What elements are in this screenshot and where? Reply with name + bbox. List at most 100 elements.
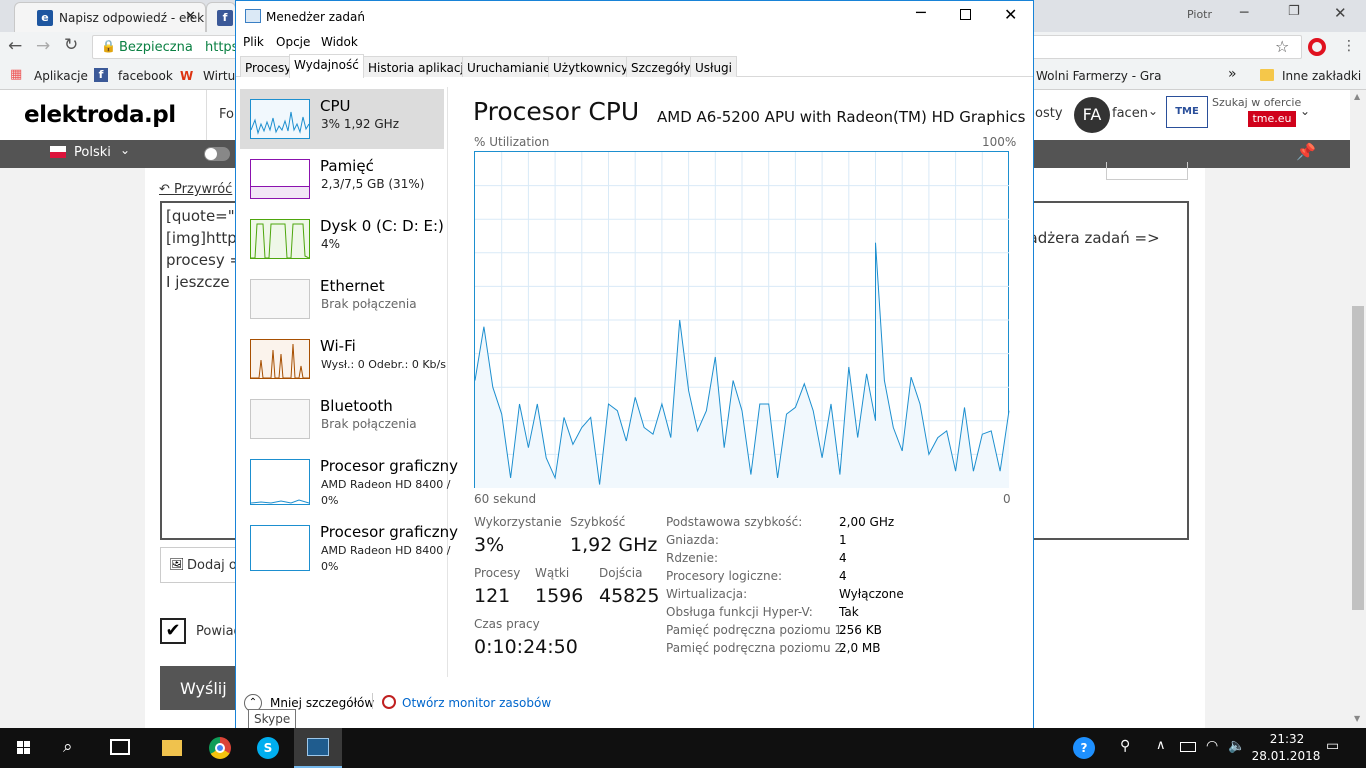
back-icon[interactable]: ← (8, 36, 22, 56)
bookmark-apps[interactable]: Aplikacje (34, 69, 88, 83)
tooltip: Skype (248, 709, 297, 729)
bookmark-star-icon[interactable]: ☆ (1275, 37, 1289, 56)
nav-posty[interactable]: osty (1035, 106, 1063, 121)
minimize-icon[interactable]: ─ (916, 3, 926, 22)
bookmarks-overflow[interactable]: » (1228, 66, 1237, 82)
battery-icon[interactable] (1180, 742, 1196, 752)
theme-toggle[interactable] (204, 147, 230, 161)
wifi-icon[interactable]: ◠ (1206, 738, 1218, 754)
start-button[interactable] (0, 728, 48, 768)
tme-badge[interactable]: tme.eu (1248, 111, 1296, 127)
tab-uslugi[interactable]: Usługi (690, 56, 738, 77)
tab-szczegoly[interactable]: Szczegóły (626, 56, 696, 77)
help-icon[interactable]: ? (1073, 737, 1095, 759)
scroll-down-icon[interactable]: ▼ (1354, 714, 1360, 723)
menu-widok[interactable]: Widok (321, 35, 358, 49)
sidebar-gpu0-sub: 0% (321, 494, 339, 507)
sidebar-wifi-sub: Wysł.: 0 Odebr.: 0 Kb/s (321, 358, 446, 371)
attach-button[interactable]: 🖼 Dodaj o (160, 547, 240, 583)
close-tab-icon[interactable]: ✕ (185, 9, 196, 24)
tab-wydajnosc[interactable]: Wydajność (289, 54, 364, 78)
menu-icon[interactable]: ⋮ (1342, 38, 1356, 54)
opera-icon[interactable] (1308, 38, 1326, 56)
bookmark-other[interactable]: Inne zakładki (1282, 69, 1361, 83)
username[interactable]: facen (1112, 106, 1148, 121)
taskbar-chrome[interactable] (196, 728, 244, 768)
tab-uzytkownicy[interactable]: Użytkownicy (548, 56, 634, 77)
perf-sidebar: CPU 3% 1,92 GHz Pamięć 2,3/7,5 GB (31%) … (236, 87, 458, 677)
processes-label: Procesy (474, 566, 521, 580)
volume-icon[interactable]: 🔈 (1228, 738, 1245, 754)
task-view-icon[interactable] (110, 739, 130, 755)
chevron-up-icon[interactable]: ∧ (1156, 738, 1166, 753)
tm-menubar: Plik Opcje Widok (236, 32, 1033, 54)
tm-titlebar[interactable]: Menedżer zadań ─ ✕ (236, 1, 1033, 32)
scroll-up-icon[interactable]: ▲ (1354, 92, 1360, 101)
tm-title: Menedżer zadań (266, 10, 365, 24)
clock-time[interactable]: 21:32 (1262, 732, 1312, 746)
menu-opcje[interactable]: Opcje (276, 35, 310, 49)
chevron-down-icon[interactable]: ⌄ (1300, 104, 1310, 118)
sidebar-item-gpu-1[interactable]: Procesor graficzny AMD Radeon HD 8400 / … (240, 515, 458, 581)
notifications-icon[interactable]: ▭ (1326, 738, 1339, 754)
wirtualna-icon: W (180, 69, 194, 83)
chevron-down-icon[interactable]: ⌄ (1148, 104, 1158, 118)
bookmark-facebook[interactable]: facebook (118, 69, 173, 83)
bluetooth-thumbnail (250, 399, 310, 439)
sidebar-item-gpu-0[interactable]: Procesor graficzny AMD Radeon HD 8400 / … (240, 449, 458, 515)
avatar[interactable]: FA (1074, 97, 1110, 133)
open-resource-monitor-link[interactable]: Otwórz monitor zasobów (402, 696, 551, 710)
minimize-icon[interactable]: ─ (1240, 5, 1248, 21)
detail-value: Wyłączone (839, 587, 904, 601)
detail-key: Obsługa funkcji Hyper-V: (666, 605, 813, 619)
people-icon[interactable]: ⚲ (1120, 738, 1130, 754)
tab-procesy[interactable]: Procesy (240, 56, 297, 77)
sidebar-item-disk[interactable]: Dysk 0 (C: D: E:) 4% (240, 209, 444, 269)
taskbar-skype[interactable]: S (244, 728, 292, 768)
taskbar-taskmgr[interactable] (294, 728, 342, 768)
nav-forum[interactable]: Fo (219, 107, 234, 122)
pin-icon[interactable]: 📌 (1296, 142, 1316, 161)
maximize-icon[interactable] (960, 9, 971, 20)
site-logo[interactable]: elektroda.pl (24, 102, 176, 128)
apps-icon: ▦ (10, 67, 23, 82)
sidebar-disk-sub: 4% (321, 237, 341, 251)
browser-tab-facebook[interactable]: f (206, 2, 236, 32)
restore-link[interactable]: ↶ Przywróć (159, 182, 232, 197)
sidebar-item-wifi[interactable]: Wi-Fi Wysł.: 0 Odebr.: 0 Kb/s (240, 329, 446, 389)
search-icon[interactable]: ⌕ (63, 737, 73, 757)
time-axis-min: 0 (1003, 492, 1011, 506)
browser-tab-active[interactable]: e Napisz odpowiedź - elek ✕ (14, 2, 206, 32)
detail-key: Pamięć podręczna poziomu 2: (666, 641, 847, 655)
page-scrollbar[interactable]: ▲ ▼ (1350, 90, 1366, 728)
less-details-button[interactable]: Mniej szczegółów (270, 696, 374, 710)
menu-plik[interactable]: Plik (243, 35, 264, 49)
gpu0-sparkline (250, 499, 310, 504)
sidebar-item-cpu[interactable]: CPU 3% 1,92 GHz (240, 89, 444, 149)
forward-icon[interactable]: → (36, 36, 50, 56)
sidebar-item-ethernet[interactable]: Ethernet Brak połączenia (240, 269, 444, 329)
detail-row: Obsługa funkcji Hyper-V: Tak (666, 605, 1026, 623)
tab-historia[interactable]: Historia aplikacji (363, 56, 473, 77)
language-select[interactable]: Polski (74, 145, 111, 160)
submit-button[interactable]: Wyślij (160, 666, 240, 710)
close-icon[interactable]: ✕ (1004, 5, 1017, 24)
url-text: https (205, 40, 239, 55)
secure-label: Bezpieczna (119, 40, 193, 55)
sidebar-item-memory[interactable]: Pamięć 2,3/7,5 GB (31%) (240, 149, 444, 209)
scroll-thumb[interactable] (1352, 306, 1364, 610)
uptime-value: 0:10:24:50 (474, 636, 578, 658)
clock-date[interactable]: 28.01.2018 (1250, 749, 1322, 763)
bookmark-wolni-farmerzy[interactable]: Wolni Farmerzy - Gra (1036, 69, 1161, 83)
restore-icon[interactable]: ❐ (1288, 4, 1300, 19)
memory-thumbnail (250, 159, 310, 199)
profile-name[interactable]: Piotr (1187, 8, 1212, 21)
detail-row: Pamięć podręczna poziomu 2: 2,0 MB (666, 641, 1026, 659)
reload-icon[interactable]: ↻ (64, 35, 78, 55)
taskbar-explorer[interactable] (148, 728, 196, 768)
close-window-icon[interactable]: ✕ (1334, 4, 1347, 22)
notify-checkbox[interactable]: ✔ (160, 618, 186, 644)
sidebar-item-bluetooth[interactable]: Bluetooth Brak połączenia (240, 389, 444, 449)
tab-uruchamianie[interactable]: Uruchamianie (462, 56, 556, 77)
preview-button[interactable] (1106, 162, 1188, 180)
